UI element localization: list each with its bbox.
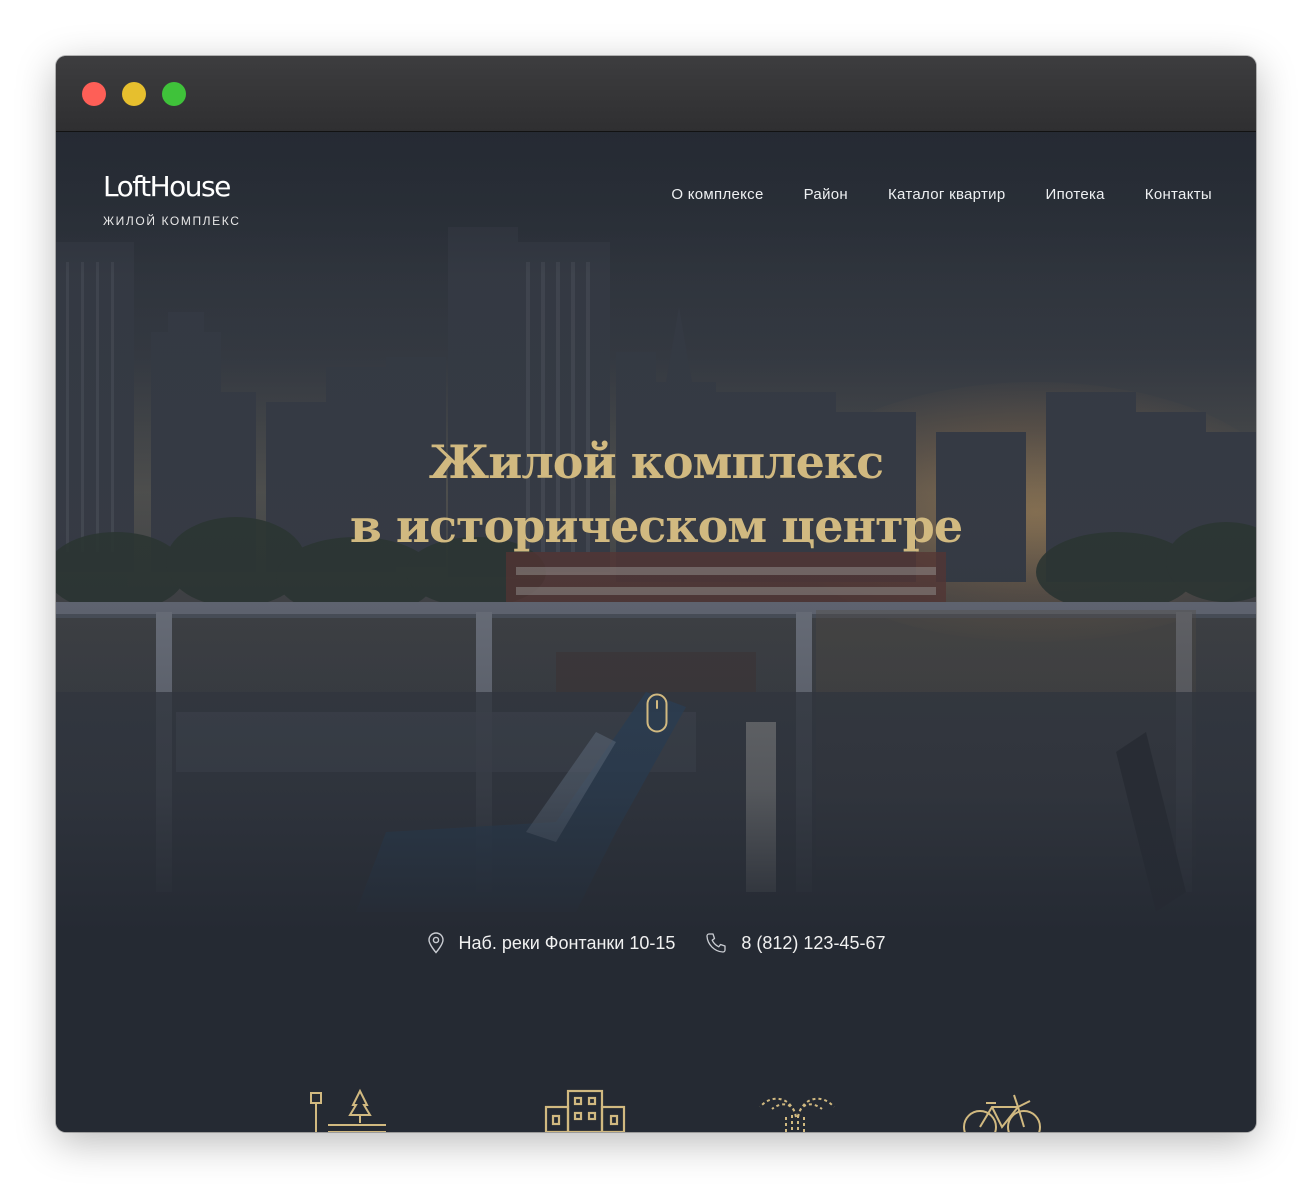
main-nav: О комплексе Район Каталог квартир Ипотек… — [671, 186, 1212, 203]
logo-subtitle: ЖИЛОЙ КОМПЛЕКС — [103, 214, 241, 228]
nav-item-about[interactable]: О комплексе — [671, 186, 763, 203]
address-text: Наб. реки Фонтанки 10-15 — [458, 932, 676, 953]
hero-section: LoftHouse ЖИЛОЙ КОМПЛЕКС О комплексе Рай… — [56, 132, 1256, 932]
phone-icon — [705, 932, 727, 954]
logo-title: LoftHouse — [103, 170, 231, 203]
hero-headline: Жилой комплекс в историческом центре — [56, 430, 1256, 558]
nav-item-contacts[interactable]: Контакты — [1145, 186, 1212, 203]
features-row — [56, 1087, 1256, 1132]
map-pin-icon — [427, 932, 445, 954]
browser-window: LoftHouse ЖИЛОЙ КОМПЛЕКС О комплексе Рай… — [56, 56, 1256, 1132]
phone[interactable]: 8 (812) 123-45-67 — [705, 932, 885, 954]
mouse-scroll-icon[interactable] — [646, 693, 668, 737]
phone-number[interactable]: 8 (812) 123-45-67 — [741, 933, 885, 954]
maximize-button[interactable] — [162, 82, 186, 106]
building-icon — [544, 1087, 626, 1132]
bicycle-icon — [962, 1087, 1044, 1132]
address: Наб. реки Фонтанки 10-15 — [427, 932, 676, 954]
nav-item-catalog[interactable]: Каталог квартир — [888, 186, 1006, 203]
fountain-icon — [756, 1087, 838, 1132]
nav-item-mortgage[interactable]: Ипотека — [1046, 186, 1105, 203]
hero-headline-line1: Жилой комплекс — [428, 435, 884, 489]
logo[interactable]: LoftHouse ЖИЛОЙ КОМПЛЕКС — [103, 170, 240, 228]
hero-headline-line2: в историческом центре — [349, 499, 963, 553]
contacts-bar: Наб. реки Фонтанки 10-15 8 (812) 123-45-… — [56, 932, 1256, 954]
landing-page: LoftHouse ЖИЛОЙ КОМПЛЕКС О комплексе Рай… — [56, 132, 1256, 1132]
nav-item-district[interactable]: Район — [804, 186, 848, 203]
close-button[interactable] — [82, 82, 106, 106]
park-icon — [308, 1087, 388, 1132]
minimize-button[interactable] — [122, 82, 146, 106]
window-titlebar — [56, 56, 1256, 132]
